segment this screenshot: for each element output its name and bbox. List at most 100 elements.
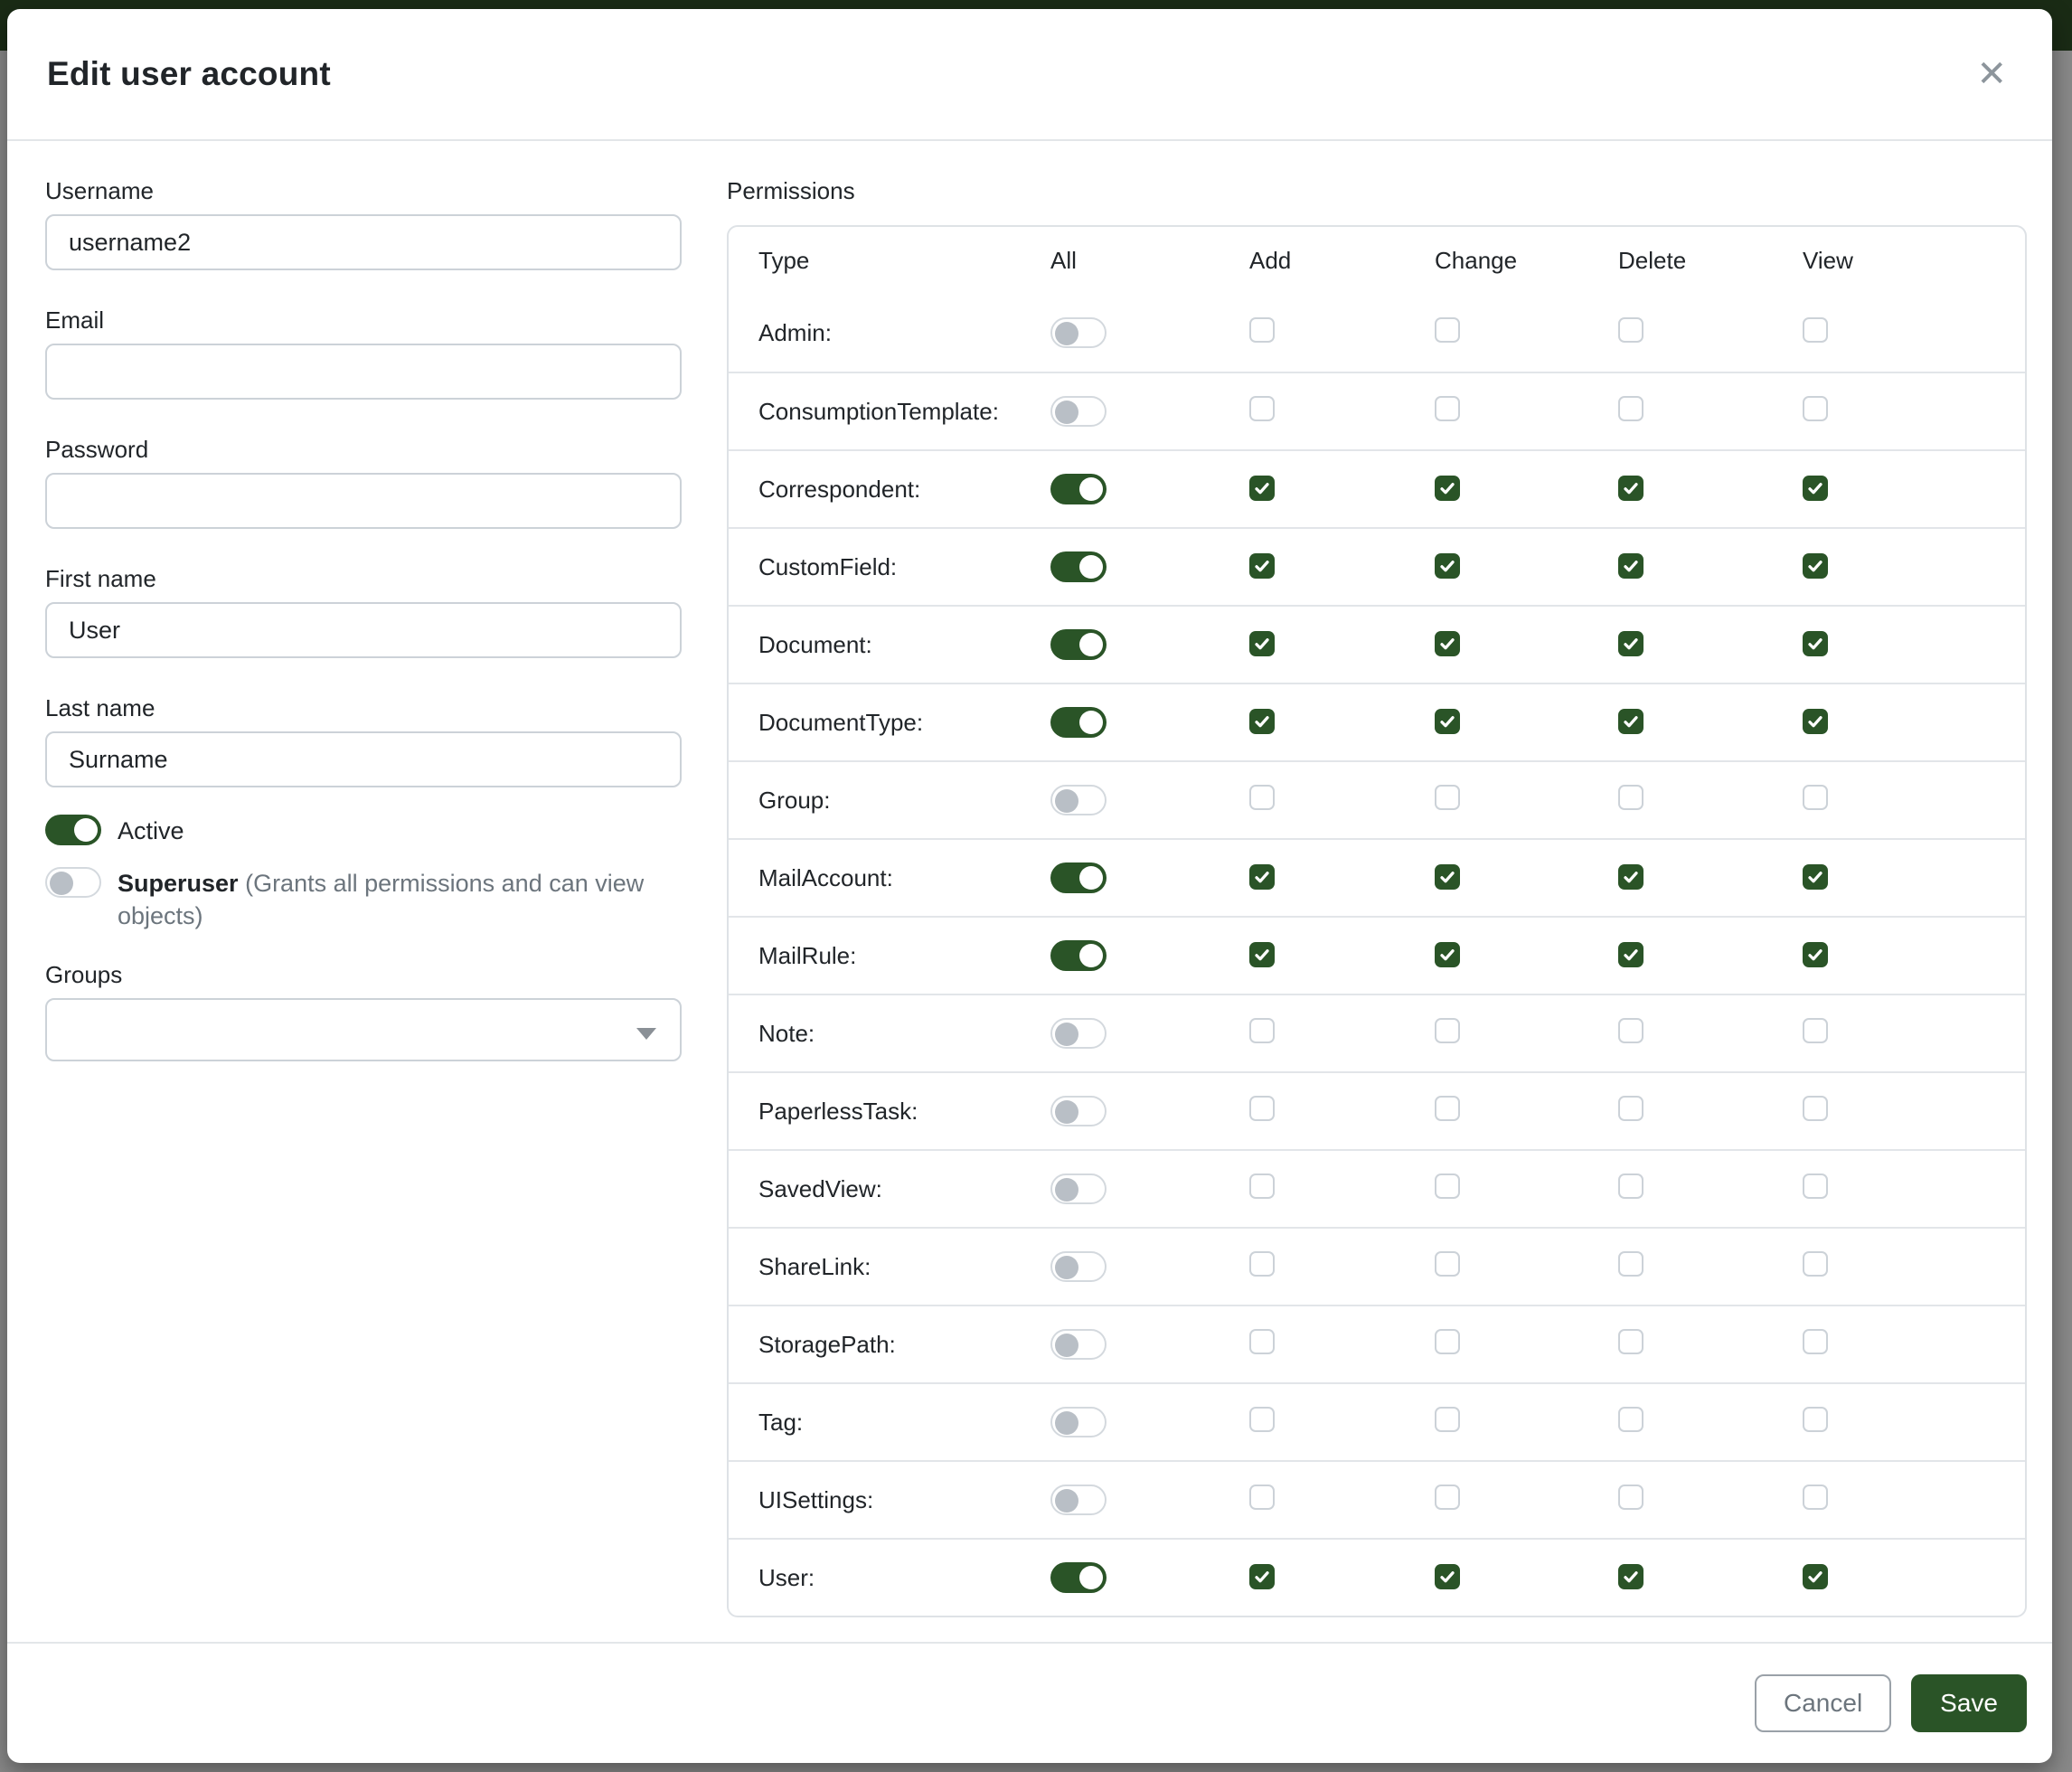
perm-view-checkbox[interactable] [1803,631,1828,656]
perm-view-checkbox[interactable] [1803,1485,1828,1510]
perm-delete-checkbox[interactable] [1618,317,1643,343]
perm-view-checkbox[interactable] [1803,785,1828,810]
perm-view-checkbox[interactable] [1803,1251,1828,1277]
perm-all-toggle[interactable] [1050,317,1107,348]
perm-add-checkbox[interactable] [1249,1564,1275,1589]
perm-delete-checkbox[interactable] [1618,1018,1643,1043]
perm-change-checkbox[interactable] [1435,1173,1460,1199]
perm-all-toggle[interactable] [1050,940,1107,971]
perm-delete-checkbox[interactable] [1618,1485,1643,1510]
perm-view-checkbox[interactable] [1803,1564,1828,1589]
perm-view-checkbox[interactable] [1803,1329,1828,1354]
perm-add-checkbox[interactable] [1249,864,1275,890]
perm-add-checkbox[interactable] [1249,1329,1275,1354]
perm-view-checkbox[interactable] [1803,1173,1828,1199]
perm-delete-checkbox[interactable] [1618,476,1643,501]
perm-all-toggle[interactable] [1050,1096,1107,1126]
perm-view-checkbox[interactable] [1803,1018,1828,1043]
perm-all-toggle[interactable] [1050,551,1107,582]
perm-add-checkbox[interactable] [1249,1096,1275,1121]
perm-change-checkbox[interactable] [1435,317,1460,343]
perm-add-checkbox[interactable] [1249,785,1275,810]
perm-view-checkbox[interactable] [1803,476,1828,501]
perm-delete-checkbox[interactable] [1618,785,1643,810]
perm-add-checkbox[interactable] [1249,942,1275,967]
perm-add-checkbox[interactable] [1249,317,1275,343]
perm-all-toggle[interactable] [1050,1407,1107,1437]
perm-add-checkbox[interactable] [1249,1407,1275,1432]
perm-view-checkbox[interactable] [1803,396,1828,421]
perm-all-toggle[interactable] [1050,629,1107,660]
perm-all-toggle[interactable] [1050,1485,1107,1515]
perm-all-toggle[interactable] [1050,396,1107,427]
superuser-toggle[interactable] [45,867,101,898]
close-icon[interactable]: ✕ [1971,52,2012,96]
perm-add-checkbox[interactable] [1249,476,1275,501]
username-input[interactable] [45,214,682,270]
perm-delete-checkbox[interactable] [1618,1407,1643,1432]
perm-change-checkbox[interactable] [1435,553,1460,579]
perm-delete-checkbox[interactable] [1618,942,1643,967]
perm-change-checkbox[interactable] [1435,785,1460,810]
last-name-input[interactable] [45,731,682,787]
perm-delete-checkbox[interactable] [1618,1564,1643,1589]
perm-delete-checkbox[interactable] [1618,709,1643,734]
perm-add-checkbox[interactable] [1249,1018,1275,1043]
perm-view-checkbox[interactable] [1803,553,1828,579]
perm-delete-checkbox[interactable] [1618,864,1643,890]
active-toggle[interactable] [45,815,101,845]
perm-delete-checkbox[interactable] [1618,631,1643,656]
perm-all-toggle[interactable] [1050,1251,1107,1282]
perm-change-checkbox[interactable] [1435,1096,1460,1121]
perm-all-toggle[interactable] [1050,785,1107,815]
perm-change-checkbox[interactable] [1435,1329,1460,1354]
perm-add-checkbox[interactable] [1249,1485,1275,1510]
perm-add-checkbox[interactable] [1249,1173,1275,1199]
perm-delete-checkbox[interactable] [1618,1173,1643,1199]
perm-add-checkbox[interactable] [1249,396,1275,421]
perm-delete-checkbox[interactable] [1618,396,1643,421]
perm-all-toggle[interactable] [1050,862,1107,893]
perm-change-checkbox[interactable] [1435,396,1460,421]
perm-delete-checkbox[interactable] [1618,1251,1643,1277]
perm-change-checkbox[interactable] [1435,709,1460,734]
perm-view-checkbox[interactable] [1803,317,1828,343]
perm-all-toggle[interactable] [1050,1329,1107,1360]
perm-all-toggle[interactable] [1050,1562,1107,1593]
perm-change-checkbox[interactable] [1435,1407,1460,1432]
save-button[interactable]: Save [1911,1674,2027,1732]
perm-add-checkbox[interactable] [1249,631,1275,656]
perm-all-toggle[interactable] [1050,474,1107,504]
perm-add-checkbox[interactable] [1249,709,1275,734]
groups-select[interactable] [45,998,682,1061]
perm-view-checkbox[interactable] [1803,709,1828,734]
perm-delete-checkbox[interactable] [1618,1329,1643,1354]
perm-change-checkbox[interactable] [1435,631,1460,656]
perm-view-checkbox[interactable] [1803,1096,1828,1121]
perm-delete-checkbox[interactable] [1618,1096,1643,1121]
perm-view-checkbox[interactable] [1803,942,1828,967]
toggle-knob [1055,322,1078,345]
perm-all-toggle[interactable] [1050,707,1107,738]
first-name-input[interactable] [45,602,682,658]
perm-all-toggle[interactable] [1050,1173,1107,1204]
toggle-knob [1055,1411,1078,1435]
perm-change-checkbox[interactable] [1435,476,1460,501]
perm-add-checkbox[interactable] [1249,553,1275,579]
perm-change-checkbox[interactable] [1435,942,1460,967]
perm-view-checkbox[interactable] [1803,864,1828,890]
password-input[interactable] [45,473,682,529]
perm-change-checkbox[interactable] [1435,1564,1460,1589]
perm-view-checkbox[interactable] [1803,1407,1828,1432]
toggle-knob [1055,1178,1078,1202]
column-header-view: View [1803,247,2025,275]
perm-change-checkbox[interactable] [1435,1018,1460,1043]
cancel-button[interactable]: Cancel [1755,1674,1891,1732]
perm-all-toggle[interactable] [1050,1018,1107,1049]
perm-change-checkbox[interactable] [1435,1485,1460,1510]
perm-change-checkbox[interactable] [1435,864,1460,890]
email-input[interactable] [45,344,682,400]
perm-change-checkbox[interactable] [1435,1251,1460,1277]
perm-add-checkbox[interactable] [1249,1251,1275,1277]
perm-delete-checkbox[interactable] [1618,553,1643,579]
